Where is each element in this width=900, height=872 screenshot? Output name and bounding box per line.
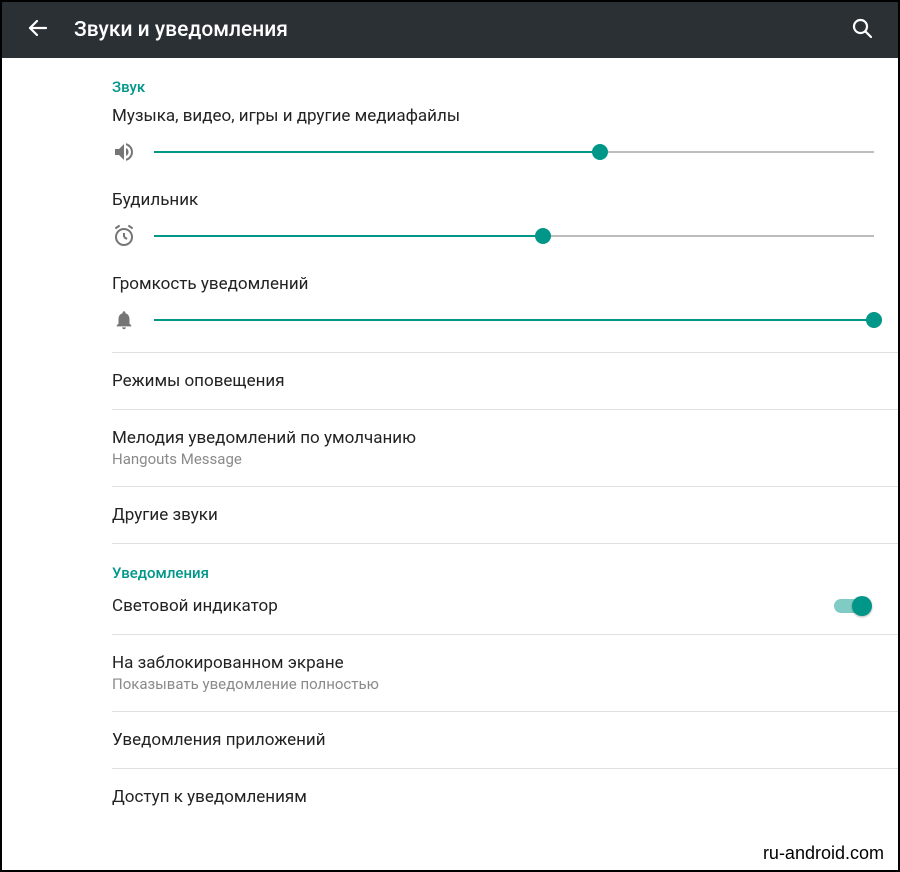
row-pulse-light-title: Световой индикатор (112, 596, 834, 616)
search-button[interactable] (842, 10, 882, 50)
pulse-light-switch[interactable] (834, 596, 874, 616)
row-lockscreen-sub: Показывать уведомление полностью (112, 675, 874, 693)
settings-list: Звук Музыка, видео, игры и другие медиаф… (2, 58, 898, 813)
section-header-notifications: Уведомления (2, 544, 898, 586)
media-volume-slider[interactable] (154, 140, 874, 164)
row-lockscreen[interactable]: На заблокированном экране Показывать уве… (2, 635, 898, 711)
alarm-volume-slider[interactable] (154, 224, 874, 248)
search-icon (850, 16, 874, 44)
row-modes[interactable]: Режимы оповещения (2, 353, 898, 409)
row-notification-access-title: Доступ к уведомлениям (112, 787, 874, 807)
row-app-notifications[interactable]: Уведомления приложений (2, 712, 898, 768)
row-ringtone-title: Мелодия уведомлений по умолчанию (112, 428, 874, 448)
row-modes-title: Режимы оповещения (112, 371, 874, 391)
row-lockscreen-title: На заблокированном экране (112, 653, 874, 673)
volume-up-icon (112, 140, 136, 164)
alarm-volume-label: Будильник (112, 190, 874, 210)
row-other-sounds-title: Другие звуки (112, 505, 874, 525)
watermark: ru-android.com (763, 843, 884, 864)
row-ringtone-sub: Hangouts Message (112, 450, 874, 468)
media-volume-block: Музыка, видео, игры и другие медиафайлы (2, 100, 898, 184)
notif-volume-block: Громкость уведомлений (2, 268, 898, 352)
alarm-icon (112, 224, 136, 248)
alarm-volume-block: Будильник (2, 184, 898, 268)
row-other-sounds[interactable]: Другие звуки (2, 487, 898, 543)
bell-icon (112, 308, 136, 332)
row-notification-access[interactable]: Доступ к уведомлениям (2, 769, 898, 813)
notif-volume-slider[interactable] (154, 308, 874, 332)
media-volume-label: Музыка, видео, игры и другие медиафайлы (112, 106, 874, 126)
row-pulse-light[interactable]: Световой индикатор (2, 586, 898, 634)
row-app-notifications-title: Уведомления приложений (112, 730, 874, 750)
appbar-title: Звуки и уведомления (74, 18, 842, 42)
row-ringtone[interactable]: Мелодия уведомлений по умолчанию Hangout… (2, 410, 898, 486)
section-header-sound: Звук (2, 58, 898, 100)
appbar: Звуки и уведомления (2, 2, 898, 58)
back-button[interactable] (18, 10, 58, 50)
arrow-back-icon (26, 16, 50, 44)
notif-volume-label: Громкость уведомлений (112, 274, 874, 294)
